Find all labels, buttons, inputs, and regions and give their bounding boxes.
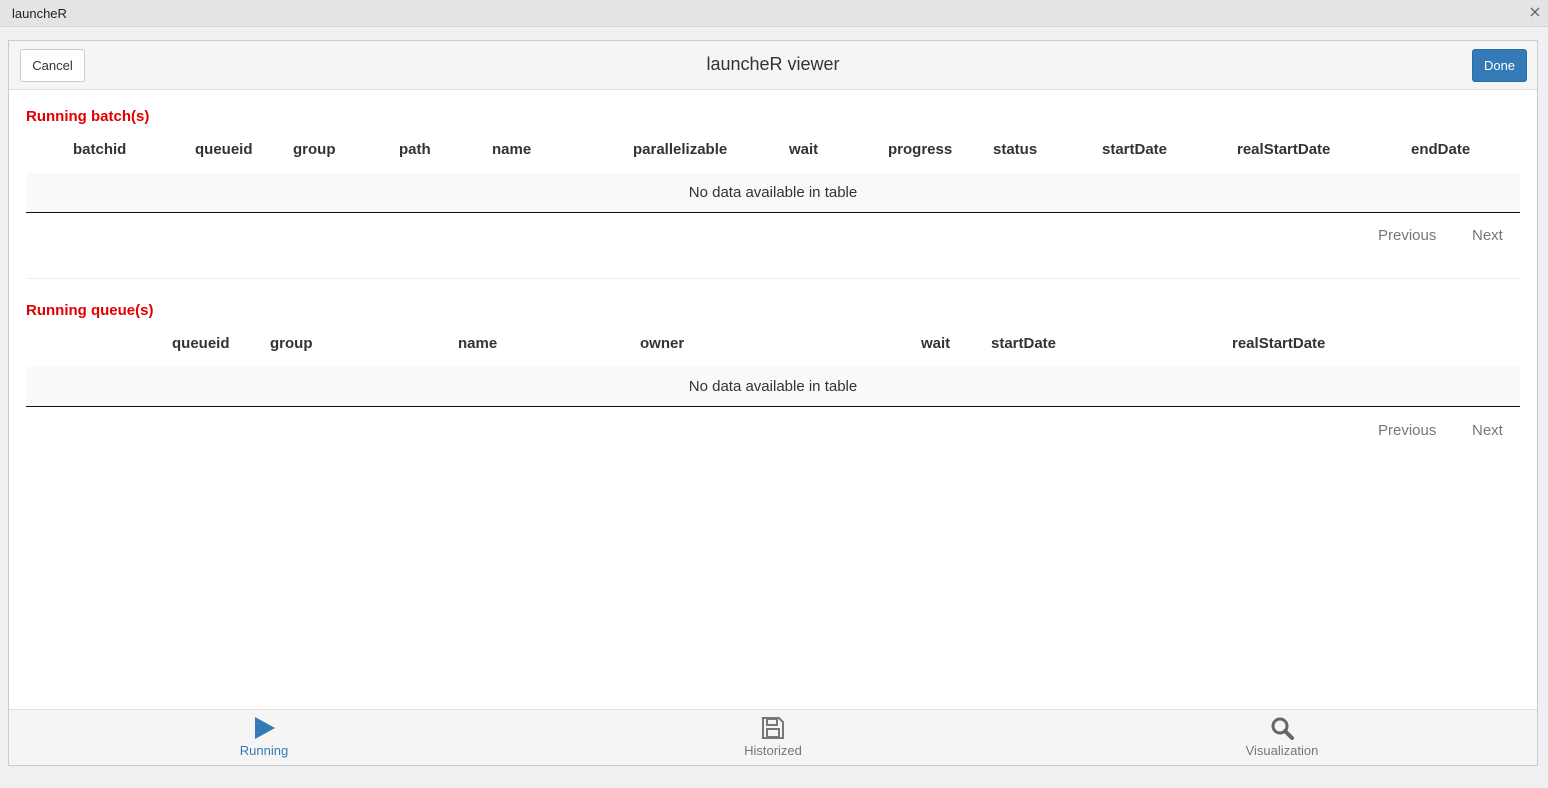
column-header-wait[interactable]: wait xyxy=(921,335,950,352)
floppy-disk-icon xyxy=(762,717,784,739)
tab-visualization-label: Visualization xyxy=(1245,743,1319,758)
section-divider xyxy=(26,278,1520,279)
column-header-queueid[interactable]: queueid xyxy=(195,141,253,158)
window-titlebar: launcheR × xyxy=(0,0,1548,27)
tab-historized-label: Historized xyxy=(744,743,802,758)
gadget-title-bar: Cancel launcheR viewer Done xyxy=(9,41,1537,90)
running-batches-title: Running batch(s) xyxy=(26,108,150,125)
column-header-progress[interactable]: progress xyxy=(888,141,952,158)
tab-historized[interactable]: Historized xyxy=(713,710,833,766)
column-header-startdate[interactable]: startDate xyxy=(1102,141,1167,158)
column-header-group[interactable]: group xyxy=(293,141,336,158)
tab-running[interactable]: Running xyxy=(204,710,324,766)
batches-next-button[interactable]: Next xyxy=(1472,227,1503,244)
column-header-wait[interactable]: wait xyxy=(789,141,818,158)
tab-running-label: Running xyxy=(239,743,289,758)
column-header-realstartdate[interactable]: realStartDate xyxy=(1232,335,1325,352)
column-header-startdate[interactable]: startDate xyxy=(991,335,1056,352)
column-header-owner[interactable]: owner xyxy=(640,335,684,352)
done-button[interactable]: Done xyxy=(1472,49,1527,82)
queues-empty-row: No data available in table xyxy=(26,367,1520,407)
column-header-parallelizable[interactable]: parallelizable xyxy=(633,141,727,158)
column-header-enddate[interactable]: endDate xyxy=(1411,141,1470,158)
tab-visualization[interactable]: Visualization xyxy=(1222,710,1342,766)
batches-table-header: batchid queueid group path name parallel… xyxy=(26,141,1520,174)
batches-empty-row: No data available in table xyxy=(26,173,1520,213)
column-header-status[interactable]: status xyxy=(993,141,1037,158)
queues-previous-button[interactable]: Previous xyxy=(1378,422,1436,439)
gadget-title: launcheR viewer xyxy=(706,54,840,74)
queues-table-header: queueid group name owner wait startDate … xyxy=(26,335,1520,368)
running-queues-title: Running queue(s) xyxy=(26,302,154,319)
column-header-queueid[interactable]: queueid xyxy=(172,335,230,352)
play-icon xyxy=(255,717,275,739)
column-header-name[interactable]: name xyxy=(492,141,531,158)
window-title: launcheR xyxy=(12,6,67,21)
column-header-batchid[interactable]: batchid xyxy=(73,141,126,158)
bottom-tab-bar: Running Historized Visualization xyxy=(9,709,1537,765)
queues-next-button[interactable]: Next xyxy=(1472,422,1503,439)
column-header-path[interactable]: path xyxy=(399,141,431,158)
gadget-panel: Cancel launcheR viewer Done Running batc… xyxy=(8,40,1538,766)
column-header-realstartdate[interactable]: realStartDate xyxy=(1237,141,1330,158)
search-icon xyxy=(1271,717,1294,740)
batches-previous-button[interactable]: Previous xyxy=(1378,227,1436,244)
column-header-name[interactable]: name xyxy=(458,335,497,352)
close-icon[interactable]: × xyxy=(1526,3,1544,21)
column-header-group[interactable]: group xyxy=(270,335,313,352)
